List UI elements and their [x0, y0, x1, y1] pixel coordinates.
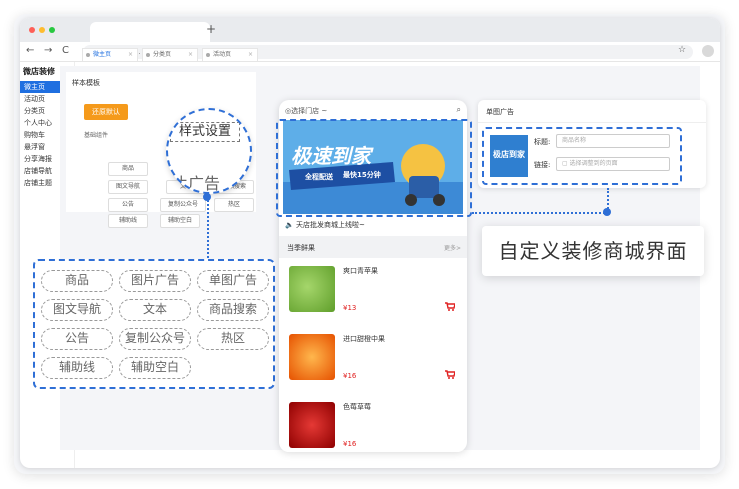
zoom-btn-image-nav[interactable]: 图文导航 — [41, 299, 113, 321]
product-name: 爽口青苹果 — [343, 267, 378, 275]
close-icon[interactable]: × — [248, 49, 253, 61]
panel-title: 单图广告 — [486, 108, 514, 116]
zoom-btn-notice[interactable]: 公告 — [41, 328, 113, 350]
section-header: 当季鲜果 更多> — [279, 236, 467, 258]
tab-home[interactable]: 微主页 × — [82, 48, 138, 62]
minimize-dot-icon[interactable] — [39, 27, 45, 33]
tab-dot-icon — [86, 53, 90, 57]
forward-icon[interactable]: → — [44, 45, 52, 56]
product-image — [289, 334, 335, 380]
component-zoom-box: 商品 图片广告 单图广告 图文导航 文本 商品搜索 公告 复制公众号 热区 辅助… — [33, 259, 275, 389]
product-card[interactable]: 爽口青苹果 ¥13 — [281, 260, 463, 324]
component-goods[interactable]: 商品 — [108, 162, 148, 176]
zoom-btn-search[interactable]: 商品搜索 — [197, 299, 269, 321]
product-card[interactable]: 进口甜橙中果 ¥16 — [281, 328, 463, 392]
product-price: ¥16 — [343, 372, 357, 380]
component-blank[interactable]: 辅助空白 — [160, 214, 200, 228]
product-image — [289, 266, 335, 312]
banner-selection-box — [276, 119, 472, 217]
profile-avatar[interactable] — [702, 45, 714, 57]
close-icon[interactable]: × — [188, 49, 193, 61]
link-select[interactable]: ▢ 选择调整到的页面 — [556, 157, 670, 171]
restore-default-button[interactable]: 还原默认 — [84, 104, 128, 120]
store-select[interactable]: ◎选择门店 ~ — [285, 106, 327, 116]
connector-line — [472, 212, 608, 214]
style-setting-label: 样式设置 — [170, 122, 240, 142]
component-image-nav[interactable]: 图文导航 — [108, 180, 148, 194]
zoom-btn-goods[interactable]: 商品 — [41, 270, 113, 292]
tab-label: 分类页 — [153, 51, 172, 58]
zoom-btn-copy-account[interactable]: 复制公众号 — [119, 328, 191, 350]
close-dot-icon[interactable] — [29, 27, 35, 33]
tab-dot-icon — [146, 53, 150, 57]
panel-title: 样本模板 — [72, 79, 100, 87]
thumb-text: 极店到家 — [493, 150, 525, 159]
page-tabs: 微主页 × 分类页 × 活动页 × — [60, 48, 700, 62]
divider — [478, 122, 706, 123]
connector-line — [207, 196, 209, 258]
product-image — [289, 402, 335, 448]
component-notice[interactable]: 公告 — [108, 198, 148, 212]
ad-text: 片广告 — [172, 174, 221, 193]
ad-thumbnail[interactable]: 极店到家 — [490, 135, 528, 177]
tab-label: 活动页 — [213, 51, 232, 58]
style-setting-magnifier: 样式设置 片广告 — [166, 108, 252, 194]
product-name: 进口甜橙中果 — [343, 335, 385, 343]
zoom-btn-image-ad[interactable]: 图片广告 — [119, 270, 191, 292]
title-label: 标题: — [534, 138, 551, 146]
tab-activity[interactable]: 活动页 × — [202, 48, 258, 62]
tab-dot-icon — [206, 53, 210, 57]
maximize-dot-icon[interactable] — [49, 27, 55, 33]
component-guide-line[interactable]: 辅助线 — [108, 214, 148, 228]
product-price: ¥16 — [343, 440, 357, 448]
section-title: 当季鲜果 — [287, 244, 315, 252]
connector-line — [607, 188, 609, 212]
link-icon: ▢ — [562, 160, 570, 167]
callout-title: 自定义装修商城界面 — [482, 226, 704, 276]
ad-settings-box: 极店到家 标题: 商品名称 链接: ▢ 选择调整到的页面 — [482, 127, 682, 185]
search-icon[interactable]: ⌕ — [457, 105, 461, 115]
notice-bar: 🔈 天店批发商城上线啦~ — [285, 221, 365, 229]
product-price: ¥13 — [343, 304, 357, 312]
tab-label: 微主页 — [93, 51, 112, 58]
zoom-btn-single-ad[interactable]: 单图广告 — [197, 270, 269, 292]
browser-tabbar: + — [20, 18, 720, 42]
more-link[interactable]: 更多> — [444, 243, 461, 252]
component-copy-account[interactable]: 复制公众号 — [160, 198, 206, 212]
zoom-btn-hotspot[interactable]: 热区 — [197, 328, 269, 350]
zoom-btn-guide-line[interactable]: 辅助线 — [41, 357, 113, 379]
component-hotspot[interactable]: 热区 — [214, 198, 254, 212]
product-name: 色莓草莓 — [343, 403, 371, 411]
cart-icon[interactable] — [445, 302, 455, 311]
tab-category[interactable]: 分类页 × — [142, 48, 198, 62]
new-tab-button[interactable]: + — [206, 22, 216, 36]
product-card[interactable]: 色莓草莓 ¥16 — [281, 396, 463, 452]
back-icon[interactable]: ← — [26, 45, 34, 56]
zoom-btn-blank[interactable]: 辅助空白 — [119, 357, 191, 379]
link-label: 链接: — [534, 161, 551, 169]
browser-tab[interactable] — [90, 22, 210, 42]
link-placeholder: 选择调整到的页面 — [569, 160, 618, 167]
close-icon[interactable]: × — [128, 49, 133, 61]
cart-icon[interactable] — [445, 370, 455, 379]
section-label: 基础组件 — [84, 132, 109, 139]
title-input[interactable]: 商品名称 — [556, 134, 670, 148]
zoom-btn-text[interactable]: 文本 — [119, 299, 191, 321]
